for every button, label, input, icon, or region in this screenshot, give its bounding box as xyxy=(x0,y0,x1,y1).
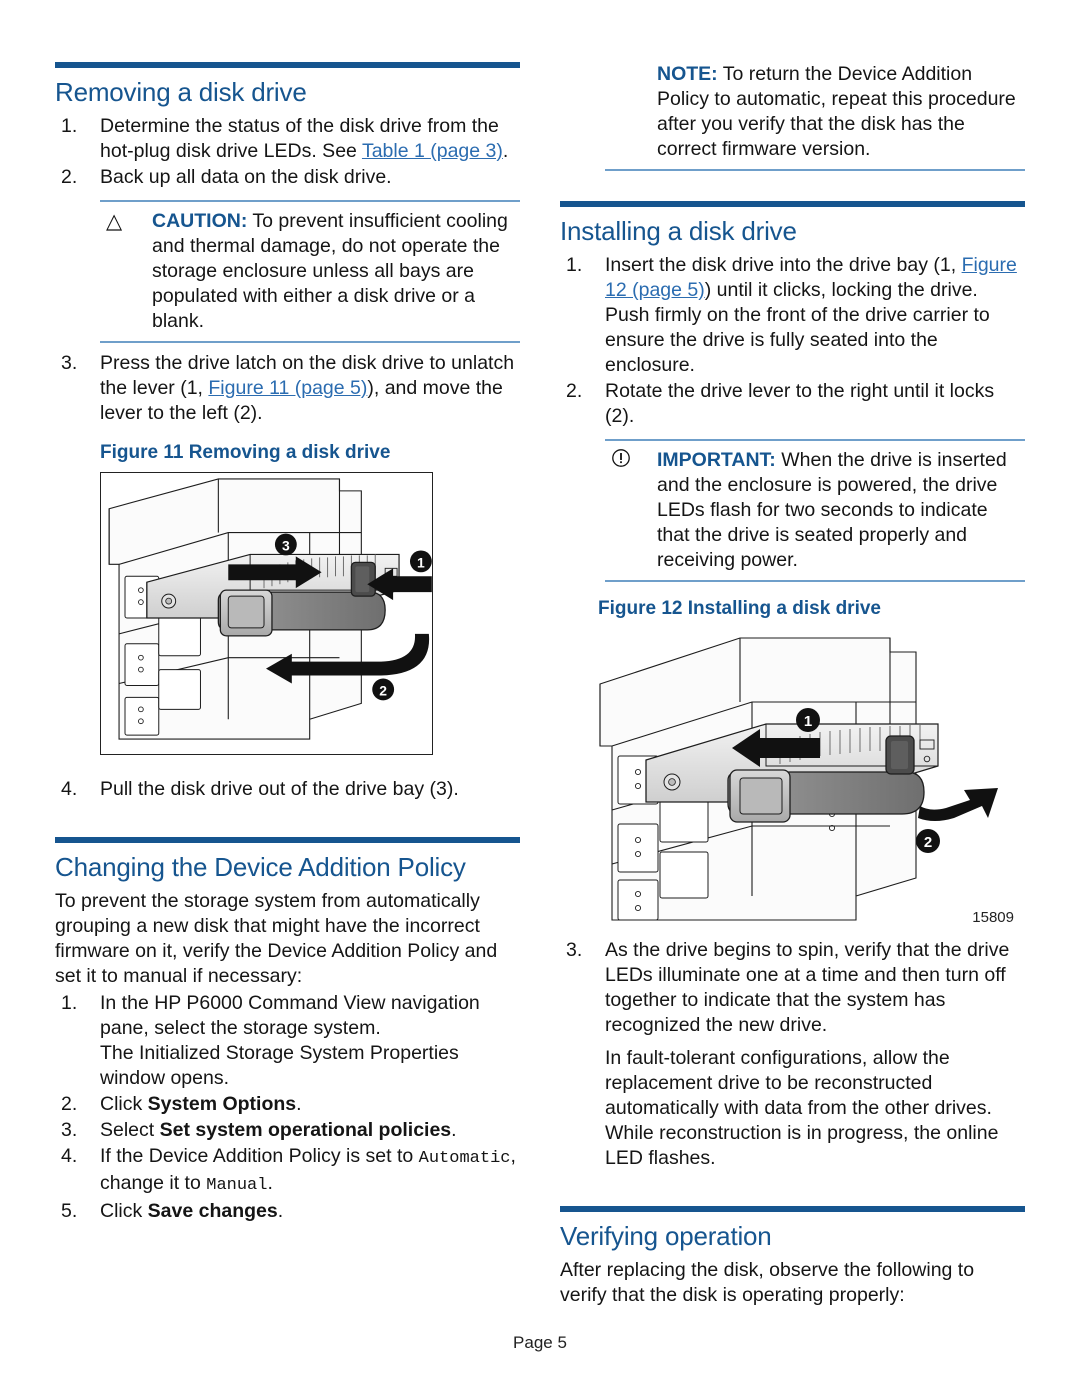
step-text-part: Insert the disk drive into the drive bay… xyxy=(605,253,962,276)
step-number: 4. xyxy=(61,1144,78,1167)
section-rule-device-addition-policy xyxy=(55,836,520,843)
verifying-operation-intro: After replacing the disk, observe the fo… xyxy=(560,1258,975,1306)
step-number: 2. xyxy=(61,1092,78,1115)
svg-text:1: 1 xyxy=(804,713,812,730)
ui-label-set-system-operational-policies: Set system operational policies xyxy=(159,1118,452,1141)
list-item: 3. Select Set system operational policie… xyxy=(55,1118,520,1143)
step-text-part: In the HP P6000 Command View navigation … xyxy=(100,991,480,1039)
step-text-tail: . xyxy=(267,1171,273,1194)
figure-11-caption: Figure 11 Removing a disk drive xyxy=(100,441,391,463)
right-column: NOTE: To return the Device Addition Poli… xyxy=(560,62,1025,1310)
step-number: 2. xyxy=(61,165,78,188)
figure-id-number: 15809 xyxy=(972,908,1014,926)
step-text-part: Pull the disk drive out of the drive bay… xyxy=(100,777,459,800)
note-admonition: NOTE: To return the Device Addition Poli… xyxy=(560,62,1025,171)
document-page: Removing a disk drive 1. Determine the s… xyxy=(0,0,1080,1397)
step-text-tail: . xyxy=(451,1118,457,1141)
caution-admonition: △ CAUTION: To prevent insufficient cooli… xyxy=(55,199,520,343)
step-text-part: Click xyxy=(100,1199,148,1222)
step-substep-text: In fault-tolerant configurations, allow … xyxy=(605,1046,999,1169)
left-column: Removing a disk drive 1. Determine the s… xyxy=(55,62,520,1310)
step-number: 4. xyxy=(61,777,78,800)
installing-step-3-list: 3. As the drive begins to spin, verify t… xyxy=(560,938,1025,1171)
ui-label-save-changes: Save changes xyxy=(147,1199,278,1222)
device-addition-policy-steps: 1. In the HP P6000 Command View navigati… xyxy=(55,991,520,1224)
disk-drive-install-illustration: 1 2 xyxy=(590,627,1020,928)
removing-step-3-list: 3. Press the drive latch on the disk dri… xyxy=(55,351,520,426)
svg-text:2: 2 xyxy=(924,834,932,851)
step-number: 1. xyxy=(61,991,78,1014)
section-rule-installing xyxy=(560,201,1025,207)
page-footer: Page 5 xyxy=(0,1333,1080,1353)
device-addition-policy-intro: To prevent the storage system from autom… xyxy=(55,889,498,987)
step-text-tail: . xyxy=(502,139,509,162)
list-item: 2. Click System Options. xyxy=(55,1092,520,1117)
page-title-removing-a-disk-drive: Removing a disk drive xyxy=(55,77,307,107)
step-text-tail: . xyxy=(277,1199,284,1222)
step-text-part: Click xyxy=(100,1092,148,1115)
important-label: IMPORTANT: xyxy=(657,448,776,471)
page-title-changing-the-device-addition-policy: Changing the Device Addition Policy xyxy=(55,851,466,882)
important-admonition: IMPORTANT: When the drive is inserted an… xyxy=(560,438,1025,582)
svg-text:2: 2 xyxy=(379,682,387,698)
step-text-part: As the drive begins to spin, verify that… xyxy=(605,938,1010,1036)
step-number: 3. xyxy=(566,938,583,961)
installing-steps-list: 1. Insert the disk drive into the drive … xyxy=(560,253,1025,429)
value-manual: Manual xyxy=(206,1175,268,1195)
removing-step-4-list: 4. Pull the disk drive out of the drive … xyxy=(55,777,520,802)
admonition-bottom-rule xyxy=(605,579,1025,582)
list-item: 1. Determine the status of the disk driv… xyxy=(55,114,520,164)
step-text-part: Select xyxy=(100,1118,160,1141)
svg-text:3: 3 xyxy=(282,537,290,553)
step-substep-text: The Initialized Storage System Propertie… xyxy=(100,1041,459,1089)
admonition-bottom-rule xyxy=(100,340,520,343)
admonition-bottom-rule xyxy=(605,169,1025,171)
list-item: 2. Back up all data on the disk drive. xyxy=(55,165,520,190)
step-number: 3. xyxy=(61,351,78,374)
link-figure-11-page-5[interactable]: Figure 11 (page 5) xyxy=(208,377,367,399)
svg-text:1: 1 xyxy=(417,554,425,570)
step-number: 1. xyxy=(61,114,78,137)
page-title-verifying-operation: Verifying operation xyxy=(560,1220,772,1251)
note-label: NOTE: xyxy=(657,63,718,85)
ui-label-system-options: System Options xyxy=(147,1092,297,1115)
disk-drive-removal-illustration: 3 1 2 xyxy=(101,472,432,754)
two-column-layout: Removing a disk drive 1. Determine the s… xyxy=(0,62,1080,1310)
step-text-part: Back up all data on the disk drive. xyxy=(100,165,392,188)
value-automatic: Automatic xyxy=(418,1148,511,1168)
step-number: 1. xyxy=(566,253,583,276)
list-item: 4. If the Device Addition Policy is set … xyxy=(55,1144,520,1198)
important-exclamation-icon xyxy=(605,448,657,474)
step-text-part: If the Device Addition Policy is set to xyxy=(100,1144,419,1167)
page-title-installing-a-disk-drive: Installing a disk drive xyxy=(560,216,797,246)
step-number: 2. xyxy=(566,379,583,402)
caution-triangle-icon: △ xyxy=(106,209,123,233)
list-item: 1. Insert the disk drive into the drive … xyxy=(560,253,1025,378)
page-number-label: Page 5 xyxy=(513,1333,567,1352)
step-number: 5. xyxy=(61,1199,78,1222)
figure-12-caption: Figure 12 Installing a disk drive xyxy=(598,597,881,619)
list-item: 4. Pull the disk drive out of the drive … xyxy=(55,777,520,802)
step-number: 3. xyxy=(61,1118,78,1141)
list-item: 3. As the drive begins to spin, verify t… xyxy=(560,938,1025,1171)
link-table-1-page-3[interactable]: Table 1 (page 3) xyxy=(362,140,503,162)
caution-label: CAUTION: xyxy=(152,209,248,232)
section-rule-removing xyxy=(55,62,520,68)
list-item: 5. Click Save changes. xyxy=(55,1199,520,1224)
figure-12-image: 1 2 15809 xyxy=(590,627,1020,928)
removing-steps-list: 1. Determine the status of the disk driv… xyxy=(55,114,520,190)
step-text-part: Rotate the drive lever to the right unti… xyxy=(605,379,995,427)
figure-11-image: 3 1 2 xyxy=(100,471,433,755)
step-text-tail: . xyxy=(296,1092,302,1115)
list-item: 2. Rotate the drive lever to the right u… xyxy=(560,379,1025,429)
list-item: 1. In the HP P6000 Command View navigati… xyxy=(55,991,520,1091)
section-rule-verifying-operation xyxy=(560,1205,1025,1212)
list-item: 3. Press the drive latch on the disk dri… xyxy=(55,351,520,426)
